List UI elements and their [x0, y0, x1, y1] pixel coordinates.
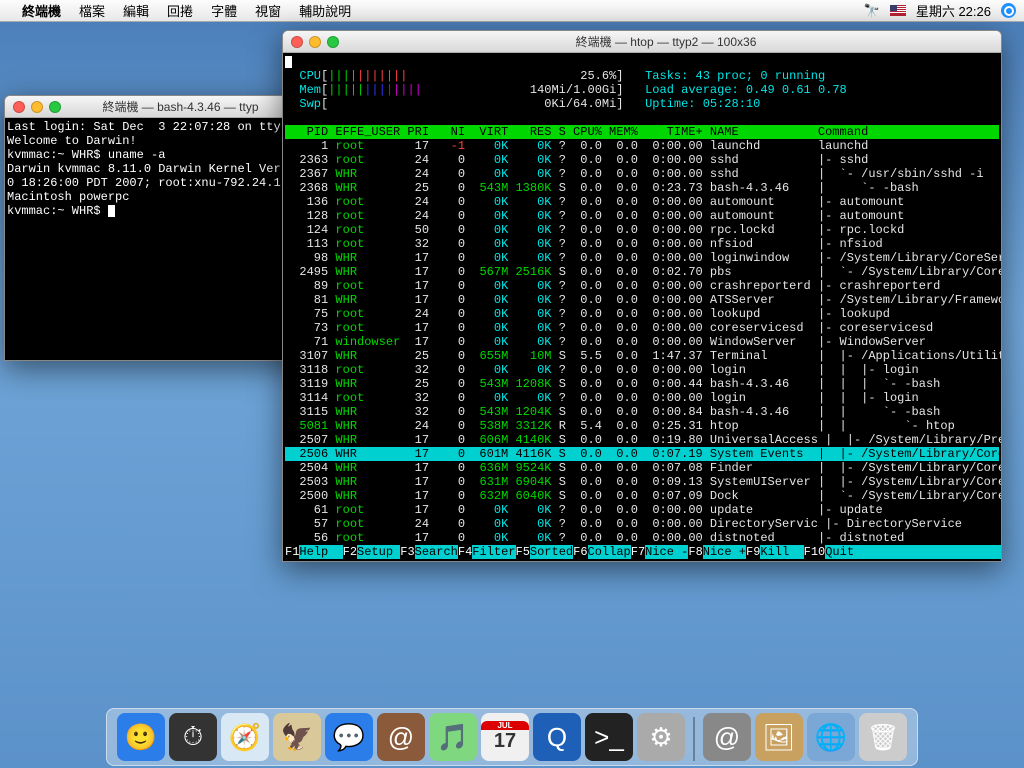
input-flag-icon[interactable]: [890, 5, 906, 16]
dock-itunes-icon[interactable]: 🎵: [429, 713, 477, 761]
process-row[interactable]: 5081 WHR 24 0 538M 3312K R 5.4 0.0 0:25.…: [285, 419, 999, 433]
process-row[interactable]: 75 root 24 0 0K 0K ? 0.0 0.0 0:00.00 loo…: [285, 307, 999, 321]
bash-line: Welcome to Darwin!: [7, 134, 306, 148]
process-row[interactable]: 98 WHR 17 0 0K 0K ? 0.0 0.0 0:00.00 logi…: [285, 251, 999, 265]
minimize-icon[interactable]: [31, 101, 43, 113]
dock-ichat-icon[interactable]: 💬: [325, 713, 373, 761]
dock-terminal-icon[interactable]: >_: [585, 713, 633, 761]
process-row[interactable]: 2367 WHR 24 0 0K 0K ? 0.0 0.0 0:00.00 ss…: [285, 167, 999, 181]
dock: 🙂⏱🧭🦅💬@🎵JUL17Q>_⚙@🖼🌐🗑: [106, 708, 918, 766]
process-row[interactable]: 56 root 17 0 0K 0K ? 0.0 0.0 0:00.00 dis…: [285, 531, 999, 545]
menu-edit[interactable]: 編輯: [123, 1, 149, 20]
close-icon[interactable]: [13, 101, 25, 113]
dock-sysprefs-icon[interactable]: ⚙: [637, 713, 685, 761]
process-row[interactable]: 3115 WHR 32 0 543M 1204K S 0.0 0.0 0:00.…: [285, 405, 999, 419]
process-row[interactable]: 136 root 24 0 0K 0K ? 0.0 0.0 0:00.00 au…: [285, 195, 999, 209]
zoom-icon[interactable]: [49, 101, 61, 113]
process-row[interactable]: 89 root 17 0 0K 0K ? 0.0 0.0 0:00.00 cra…: [285, 279, 999, 293]
dock-site-icon[interactable]: 🌐: [807, 713, 855, 761]
menu-file[interactable]: 檔案: [79, 1, 105, 20]
bash-terminal-window[interactable]: 終端機 — bash-4.3.46 — ttyp Last login: Sat…: [4, 95, 309, 361]
zoom-icon[interactable]: [327, 36, 339, 48]
dock-ical-icon[interactable]: JUL17: [481, 713, 529, 761]
process-row[interactable]: 3118 root 32 0 0K 0K ? 0.0 0.0 0:00.00 l…: [285, 363, 999, 377]
process-row[interactable]: 73 root 17 0 0K 0K ? 0.0 0.0 0:00.00 cor…: [285, 321, 999, 335]
process-row[interactable]: 2503 WHR 17 0 631M 6904K S 0.0 0.0 0:09.…: [285, 475, 999, 489]
menu-font[interactable]: 字體: [211, 1, 237, 20]
htop-footer[interactable]: F1Help F2Setup F3SearchF4FilterF5SortedF…: [285, 545, 999, 559]
spotlight-icon[interactable]: [1001, 3, 1016, 18]
process-row[interactable]: 2368 WHR 25 0 543M 1380K S 0.0 0.0 0:23.…: [285, 181, 999, 195]
process-header: PID EFFE_USER PRI NI VIRT RES S CPU% MEM…: [285, 125, 999, 139]
bash-line: Darwin kvmmac 8.11.0 Darwin Kernel Ver: [7, 162, 306, 176]
bash-titlebar[interactable]: 終端機 — bash-4.3.46 — ttyp: [5, 96, 308, 118]
menu-help[interactable]: 輔助說明: [299, 1, 351, 20]
bash-line: kvmmac:~ WHR$: [7, 204, 306, 218]
minimize-icon[interactable]: [309, 36, 321, 48]
htop-terminal-body[interactable]: CPU[||||||||||| 25.6%] Tasks: 43 proc; 0…: [283, 53, 1001, 561]
process-row[interactable]: 57 root 24 0 0K 0K ? 0.0 0.0 0:00.00 Dir…: [285, 517, 999, 531]
process-row[interactable]: 81 WHR 17 0 0K 0K ? 0.0 0.0 0:00.00 ATSS…: [285, 293, 999, 307]
htop-titlebar[interactable]: 終端機 — htop — ttyp2 — 100x36: [283, 31, 1001, 53]
bash-terminal-body[interactable]: Last login: Sat Dec 3 22:07:28 on ttyWel…: [5, 118, 308, 360]
process-row[interactable]: 2500 WHR 17 0 632M 6040K S 0.0 0.0 0:07.…: [285, 489, 999, 503]
bash-window-title: 終端機 — bash-4.3.46 — ttyp: [61, 98, 300, 115]
process-row[interactable]: 3107 WHR 25 0 655M 10M S 5.5 0.0 1:47.37…: [285, 349, 999, 363]
process-row[interactable]: 61 root 17 0 0K 0K ? 0.0 0.0 0:00.00 upd…: [285, 503, 999, 517]
dock-finder-icon[interactable]: 🙂: [117, 713, 165, 761]
process-row[interactable]: 1 root 17 -1 0K 0K ? 0.0 0.0 0:00.00 lau…: [285, 139, 999, 153]
dock-mail-icon[interactable]: 🦅: [273, 713, 321, 761]
app-menu[interactable]: 終端機: [22, 1, 61, 20]
dock-address-icon[interactable]: @: [377, 713, 425, 761]
dock-quicktime-icon[interactable]: Q: [533, 713, 581, 761]
htop-terminal-window[interactable]: 終端機 — htop — ttyp2 — 100x36 CPU[||||||||…: [282, 30, 1002, 562]
process-row[interactable]: 128 root 24 0 0K 0K ? 0.0 0.0 0:00.00 au…: [285, 209, 999, 223]
bash-line: 0 18:26:00 PDT 2007; root:xnu-792.24.1: [7, 176, 306, 190]
bash-line: Macintosh powerpc: [7, 190, 306, 204]
clock[interactable]: 星期六 22:26: [916, 1, 991, 20]
process-row[interactable]: 71 windowser 17 0 0K 0K ? 0.0 0.0 0:00.0…: [285, 335, 999, 349]
process-row[interactable]: 2504 WHR 17 0 636M 9524K S 0.0 0.0 0:07.…: [285, 461, 999, 475]
cursor: [108, 205, 115, 217]
process-row[interactable]: 2506 WHR 17 0 601M 4116K S 0.0 0.0 0:07.…: [285, 447, 999, 461]
process-row[interactable]: 2495 WHR 17 0 567M 2516K S 0.0 0.0 0:02.…: [285, 265, 999, 279]
process-row[interactable]: 2363 root 24 0 0K 0K ? 0.0 0.0 0:00.00 s…: [285, 153, 999, 167]
bash-line: Last login: Sat Dec 3 22:07:28 on tty: [7, 120, 306, 134]
dock-mail2-icon[interactable]: @: [703, 713, 751, 761]
process-row[interactable]: 3119 WHR 25 0 543M 1208K S 0.0 0.0 0:00.…: [285, 377, 999, 391]
dock-pictures-icon[interactable]: 🖼: [755, 713, 803, 761]
menubar: 終端機 檔案 編輯 回捲 字體 視窗 輔助說明 🔭 星期六 22:26: [0, 0, 1024, 22]
dock-safari-icon[interactable]: 🧭: [221, 713, 269, 761]
process-row[interactable]: 124 root 50 0 0K 0K ? 0.0 0.0 0:00.00 rp…: [285, 223, 999, 237]
htop-window-title: 終端機 — htop — ttyp2 — 100x36: [339, 33, 993, 50]
process-row[interactable]: 113 root 32 0 0K 0K ? 0.0 0.0 0:00.00 nf…: [285, 237, 999, 251]
dock-divider: [693, 717, 695, 761]
menu-window[interactable]: 視窗: [255, 1, 281, 20]
dock-trash-icon[interactable]: 🗑: [859, 713, 907, 761]
binoculars-icon[interactable]: 🔭: [864, 3, 880, 19]
close-icon[interactable]: [291, 36, 303, 48]
dock-dashboard-icon[interactable]: ⏱: [169, 713, 217, 761]
menu-scroll[interactable]: 回捲: [167, 1, 193, 20]
bash-line: kvmmac:~ WHR$ uname -a: [7, 148, 306, 162]
process-row[interactable]: 2507 WHR 17 0 606M 4140K S 0.0 0.0 0:19.…: [285, 433, 999, 447]
process-row[interactable]: 3114 root 32 0 0K 0K ? 0.0 0.0 0:00.00 l…: [285, 391, 999, 405]
